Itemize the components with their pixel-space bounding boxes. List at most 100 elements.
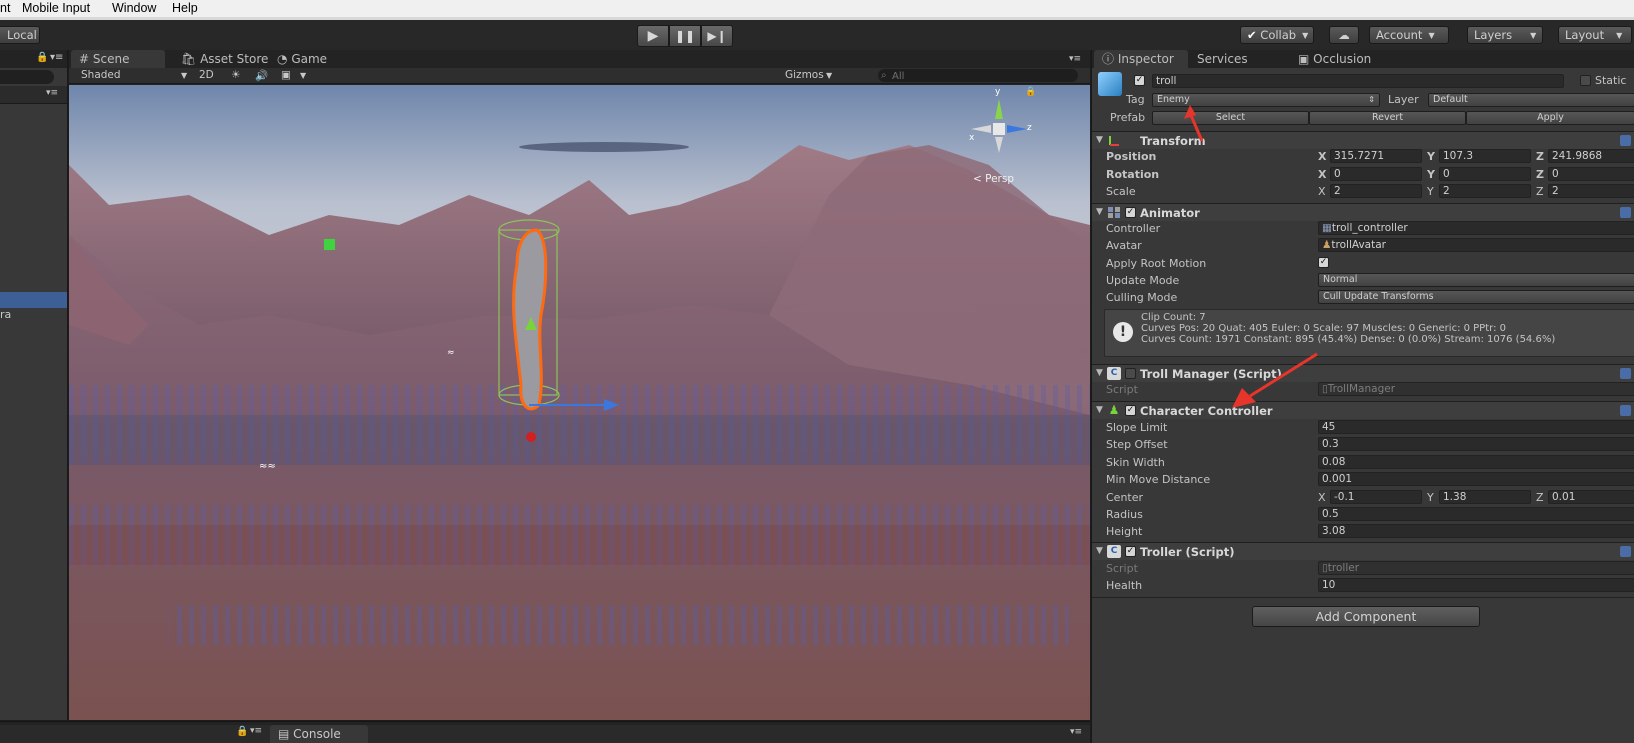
- lock-icon[interactable]: 🔒: [36, 52, 48, 63]
- layout-dropdown[interactable]: Layout ▼: [1558, 26, 1632, 44]
- menu-item-partial[interactable]: nt: [0, 1, 10, 15]
- controller-value: troll_controller: [1331, 222, 1408, 234]
- help-icon[interactable]: [1620, 546, 1631, 557]
- scene-viewport[interactable]: ≈ ≈≈ y z x 🔒 < Persp: [69, 85, 1090, 720]
- layers-dropdown[interactable]: Layers ▼: [1467, 26, 1543, 44]
- slope-limit-field[interactable]: 45: [1318, 420, 1634, 434]
- persp-text: Persp: [985, 173, 1015, 185]
- animator-enabled-checkbox[interactable]: ✓: [1125, 207, 1136, 218]
- panel-menu-icon[interactable]: ▾≡: [1070, 727, 1082, 737]
- position-x-field[interactable]: 315.7271: [1330, 149, 1422, 163]
- transform-header[interactable]: ▼ Transform: [1092, 131, 1634, 149]
- tab-scene[interactable]: # Scene: [71, 50, 165, 68]
- position-z-field[interactable]: 241.9868: [1548, 149, 1634, 163]
- tab-services[interactable]: Services: [1189, 50, 1289, 68]
- center-z-field[interactable]: 0.01: [1548, 490, 1634, 504]
- min-move-distance-field[interactable]: 0.001: [1318, 472, 1634, 486]
- prefab-select-button[interactable]: Select: [1152, 111, 1309, 125]
- character-controller-header[interactable]: ▼ ♟ ✓ Character Controller: [1092, 401, 1634, 419]
- scale-label: Scale: [1106, 185, 1136, 198]
- step-button[interactable]: ▶❙: [701, 25, 733, 47]
- pause-button[interactable]: ❚❚: [669, 25, 701, 47]
- center-y-field[interactable]: 1.38: [1439, 490, 1531, 504]
- 2d-toggle[interactable]: 2D: [199, 69, 214, 81]
- expand-triangle-icon[interactable]: ▼: [1096, 405, 1103, 415]
- troller-enabled-checkbox[interactable]: ✓: [1125, 546, 1136, 557]
- collab-button[interactable]: ✔ Collab ▼: [1240, 26, 1314, 44]
- add-component-button[interactable]: Add Component: [1252, 606, 1480, 627]
- menu-item-window[interactable]: Window: [112, 1, 156, 15]
- troll-manager-enabled-checkbox[interactable]: [1125, 368, 1136, 379]
- gizmo-y-label: y: [995, 87, 1001, 97]
- avatar-field[interactable]: ♟trollAvatar: [1318, 238, 1634, 252]
- controller-field[interactable]: ▦troll_controller: [1318, 221, 1634, 235]
- main-toolbar: Local ▶ ❚❚ ▶❙ ✔ Collab ▼ ☁ Account ▼ Layer…: [0, 20, 1634, 50]
- height-field[interactable]: 3.08: [1318, 524, 1634, 538]
- tab-game[interactable]: ◔ Game: [269, 50, 339, 68]
- effects-toggle-icon[interactable]: ▣: [281, 69, 291, 81]
- lock-icon[interactable]: 🔒: [1025, 87, 1036, 97]
- hierarchy-search-input[interactable]: [0, 70, 54, 84]
- expand-triangle-icon[interactable]: ▼: [1096, 207, 1103, 217]
- character-controller-enabled-checkbox[interactable]: ✓: [1125, 405, 1136, 416]
- orientation-gizmo[interactable]: y z x 🔒: [959, 87, 1039, 169]
- scene-search-input[interactable]: ⌕ All: [878, 69, 1078, 82]
- expand-triangle-icon[interactable]: ▼: [1096, 135, 1103, 145]
- hierarchy-item-partial[interactable]: ra: [0, 308, 11, 321]
- help-icon[interactable]: [1620, 405, 1631, 416]
- svg-text:≈≈: ≈≈: [259, 461, 276, 472]
- gizmos-dropdown[interactable]: Gizmos: [785, 69, 824, 81]
- active-checkbox[interactable]: ✓: [1134, 75, 1145, 86]
- help-icon[interactable]: [1620, 207, 1631, 218]
- tab-occlusion[interactable]: ▣ Occlusion: [1290, 50, 1390, 68]
- scale-y-field[interactable]: 2: [1439, 184, 1531, 198]
- rotation-z-field[interactable]: 0: [1548, 167, 1634, 181]
- help-icon[interactable]: [1620, 368, 1631, 379]
- menu-item-help[interactable]: Help: [172, 1, 198, 15]
- scale-z-field[interactable]: 2: [1548, 184, 1634, 198]
- tab-console[interactable]: ▤ Console: [270, 725, 368, 743]
- step-offset-field[interactable]: 0.3: [1318, 437, 1634, 451]
- audio-toggle-icon[interactable]: 🔊: [255, 69, 268, 82]
- panel-menu-icon[interactable]: ▾≡: [1069, 54, 1081, 64]
- panel-menu-icon[interactable]: ▾≡: [50, 52, 63, 63]
- static-checkbox[interactable]: [1580, 75, 1591, 86]
- troller-header[interactable]: ▼ C ✓ Troller (Script): [1092, 542, 1634, 560]
- lighting-toggle-icon[interactable]: ☀: [231, 69, 240, 81]
- center-x-field[interactable]: -0.1: [1330, 490, 1422, 504]
- cloud-button[interactable]: ☁: [1329, 26, 1359, 44]
- tab-inspector[interactable]: ⓘ Inspector: [1094, 50, 1188, 68]
- projection-label[interactable]: < Persp: [973, 173, 1014, 185]
- account-dropdown[interactable]: Account ▼: [1369, 26, 1449, 44]
- menu-item-mobile-input[interactable]: Mobile Input: [22, 1, 90, 15]
- position-y-field[interactable]: 107.3: [1439, 149, 1531, 163]
- prefab-revert-button[interactable]: Revert: [1309, 111, 1466, 125]
- play-button[interactable]: ▶: [637, 25, 669, 47]
- help-icon[interactable]: [1620, 135, 1631, 146]
- tab-asset-store[interactable]: 🛍 Asset Store: [173, 50, 269, 68]
- hierarchy-tabbar: 🔒 ▾≡: [0, 50, 67, 68]
- panel-menu-icon[interactable]: ▾≡: [46, 88, 58, 98]
- scale-x-field[interactable]: 2: [1330, 184, 1422, 198]
- health-field[interactable]: 10: [1318, 578, 1634, 592]
- skin-width-field[interactable]: 0.08: [1318, 455, 1634, 469]
- pivot-rotation-button[interactable]: Local: [0, 26, 40, 44]
- rotation-y-field[interactable]: 0: [1439, 167, 1531, 181]
- root-motion-checkbox[interactable]: ✓: [1318, 257, 1329, 268]
- prefab-apply-button[interactable]: Apply: [1466, 111, 1634, 125]
- radius-field[interactable]: 0.5: [1318, 507, 1634, 521]
- animator-header[interactable]: ▼ ✓ Animator: [1092, 203, 1634, 221]
- object-name-input[interactable]: troll: [1152, 74, 1564, 88]
- rotation-x-field[interactable]: 0: [1330, 167, 1422, 181]
- layer-dropdown[interactable]: Default: [1428, 93, 1634, 107]
- gizmo-z-label: z: [1027, 123, 1032, 133]
- shading-mode-dropdown[interactable]: Shaded: [81, 69, 121, 81]
- troll-manager-header[interactable]: ▼ C Troll Manager (Script): [1092, 364, 1634, 382]
- culling-mode-dropdown[interactable]: Cull Update Transforms: [1318, 290, 1634, 304]
- hierarchy-item-selected[interactable]: [0, 292, 67, 308]
- lock-icon[interactable]: 🔒: [236, 726, 248, 737]
- update-mode-dropdown[interactable]: Normal: [1318, 273, 1634, 287]
- expand-triangle-icon[interactable]: ▼: [1096, 546, 1103, 556]
- expand-triangle-icon[interactable]: ▼: [1096, 368, 1103, 378]
- panel-menu-icon[interactable]: ▾≡: [250, 726, 262, 736]
